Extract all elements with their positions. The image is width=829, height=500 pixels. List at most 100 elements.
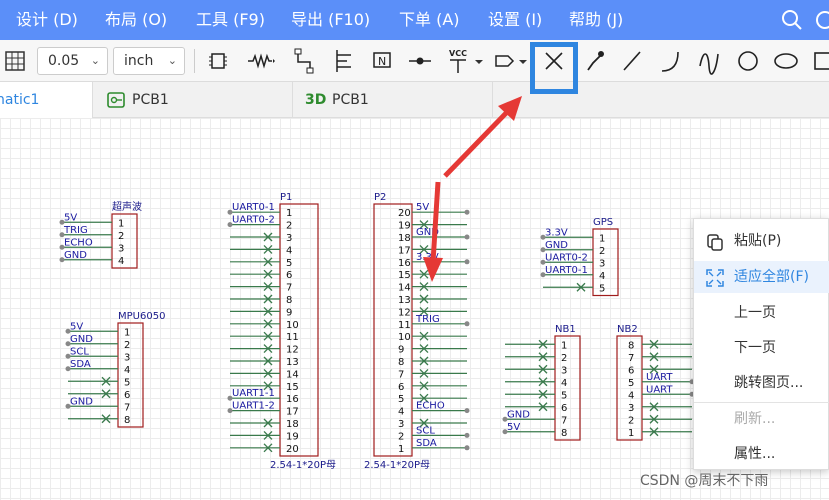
nb2-pin-number: 7 <box>628 353 634 364</box>
place-netlabel-button[interactable]: N <box>367 46 397 76</box>
u_sonic-net-label: 5V <box>64 212 77 223</box>
place-bus-button[interactable] <box>329 46 359 76</box>
unit-select[interactable]: inch ⌄ <box>113 47 185 75</box>
p1-pin-number: 11 <box>286 332 299 343</box>
grid-size-select[interactable]: 0.05 ⌄ <box>37 47 108 75</box>
user-icon[interactable] <box>814 9 829 31</box>
context-prev-page[interactable]: 上一页 <box>694 297 829 329</box>
mpu-net-label: 5V <box>70 321 83 332</box>
context-fit-all[interactable]: 适应全部(F) <box>694 261 829 293</box>
menu-tools[interactable]: 工具 (F9) <box>196 0 265 40</box>
draw-circle-button[interactable] <box>733 46 763 76</box>
context-fit-all-label: 适应全部(F) <box>734 269 809 285</box>
context-paste[interactable]: 粘贴(P) <box>694 225 829 257</box>
place-component-button[interactable] <box>203 46 233 76</box>
p2-pin-number: 9 <box>398 345 404 356</box>
menu-order[interactable]: 下单 (A) <box>399 0 460 40</box>
nb2-pin-number: 2 <box>628 415 634 426</box>
u_sonic-pin-number: 2 <box>118 231 124 242</box>
p1-pin-number: 7 <box>286 283 292 294</box>
p2-net-endpoint <box>464 408 470 414</box>
u_sonic-pin-number: 4 <box>118 256 124 267</box>
context-next-page[interactable]: 下一页 <box>694 332 829 364</box>
u_sonic-pin-number: 3 <box>118 243 124 254</box>
nb2-title: NB2 <box>617 324 638 335</box>
menu-design[interactable]: 设计 (D) <box>16 0 78 40</box>
p2-pin-number: 3 <box>398 419 404 430</box>
nb2-pin-number: 5 <box>628 378 634 389</box>
p2-pin-number: 20 <box>398 208 411 219</box>
nb1-pin-number: 2 <box>561 353 567 364</box>
menu-settings[interactable]: 设置 (I) <box>488 0 542 40</box>
p1-pin-number: 10 <box>286 320 299 331</box>
p2-net-label: 3.3V <box>416 252 439 263</box>
gps-pin-number: 4 <box>599 271 605 282</box>
p1-pin-number: 6 <box>286 270 292 281</box>
p2-pin-number: 13 <box>398 295 411 306</box>
p2-net-label: 5V <box>416 202 429 213</box>
context-refresh: 刷新... <box>694 403 829 435</box>
p2-pin-number: 4 <box>398 407 404 418</box>
p2-pin-number: 2 <box>398 431 404 442</box>
tab-schematic-label: natic1 <box>0 92 40 108</box>
p1-footer: 2.54-1*20P母 <box>270 459 336 471</box>
menu-export[interactable]: 导出 (F10) <box>291 0 370 40</box>
place-vcc-button[interactable]: VCC <box>444 46 486 76</box>
u_sonic-net-label: GND <box>64 250 87 261</box>
menu-layout[interactable]: 布局 (O) <box>105 0 167 40</box>
mpu-title: MPU6050 <box>118 311 165 322</box>
p1-pin-number: 17 <box>286 407 299 418</box>
tab-schematic[interactable]: natic1 <box>0 82 93 118</box>
tab-pcb[interactable]: PCB1 <box>93 82 293 118</box>
p2-pin-number: 5 <box>398 394 404 405</box>
watermark: CSDN @周末不下雨 <box>640 473 769 489</box>
context-menu: 粘贴(P) 适应全部(F) 上一页 下一页 跳转图页... 刷新... 属性..… <box>693 218 829 470</box>
p2-pin-number: 14 <box>398 283 411 294</box>
nb2-pin-number: 3 <box>628 403 634 414</box>
menu-bar: 设计 (D) 布局 (O) 工具 (F9) 导出 (F10) 下单 (A) 设置… <box>0 0 829 40</box>
context-goto-page[interactable]: 跳转图页... <box>694 367 829 399</box>
tab-pcb-3d-label: PCB1 <box>332 92 369 108</box>
draw-line-button[interactable] <box>617 46 647 76</box>
nb2-pin-number: 6 <box>628 365 634 376</box>
search-icon[interactable] <box>781 9 803 31</box>
context-goto-page-label: 跳转图页... <box>734 375 804 391</box>
gps-net-label: UART0-1 <box>545 265 588 276</box>
p2-net-endpoint <box>464 234 470 240</box>
mpu-pin-number: 4 <box>124 365 130 376</box>
p2-net-label: SDA <box>416 438 437 449</box>
nb2-pin-number: 4 <box>628 390 634 401</box>
p2-title: P2 <box>374 192 386 203</box>
place-junction-button[interactable] <box>405 46 435 76</box>
draw-ellipse-button[interactable] <box>771 46 801 76</box>
p2-pin-number: 8 <box>398 357 404 368</box>
menu-help[interactable]: 帮助 (J) <box>569 0 623 40</box>
grid-icon[interactable] <box>5 51 25 71</box>
mpu-body <box>117 322 144 428</box>
context-paste-label: 粘贴(P) <box>734 233 782 249</box>
draw-rectangle-button[interactable] <box>809 46 829 76</box>
place-wire-button[interactable] <box>290 46 320 76</box>
context-properties[interactable]: 属性... <box>694 438 829 470</box>
p1-pin-number: 8 <box>286 295 292 306</box>
u_sonic-title: 超声波 <box>112 200 142 213</box>
p1-net-label: UART0-2 <box>232 215 275 226</box>
u_sonic-net-label: TRIG <box>63 225 88 236</box>
nb1-net-label: 5V <box>507 422 520 433</box>
mpu-net-label: GND <box>70 396 93 407</box>
u_sonic-net-label: ECHO <box>64 237 93 248</box>
draw-arc-button[interactable] <box>655 46 685 76</box>
place-resistor-button[interactable] <box>246 46 276 76</box>
tab-pcb-3d[interactable]: 3D PCB1 <box>293 82 493 118</box>
place-port-button[interactable] <box>492 46 532 76</box>
p2-net-label: SCL <box>416 425 435 436</box>
p1-pin-number: 5 <box>286 258 292 269</box>
p1-pin-number: 18 <box>286 419 299 430</box>
tab-pcb-label: PCB1 <box>132 92 169 108</box>
p1-pin-number: 15 <box>286 382 299 393</box>
place-probe-button[interactable] <box>580 46 610 76</box>
p1-pin-number: 9 <box>286 307 292 318</box>
p2-pin-number: 12 <box>398 307 411 318</box>
draw-bezier-button[interactable] <box>694 46 724 76</box>
p2-net-label: GND <box>416 227 439 238</box>
